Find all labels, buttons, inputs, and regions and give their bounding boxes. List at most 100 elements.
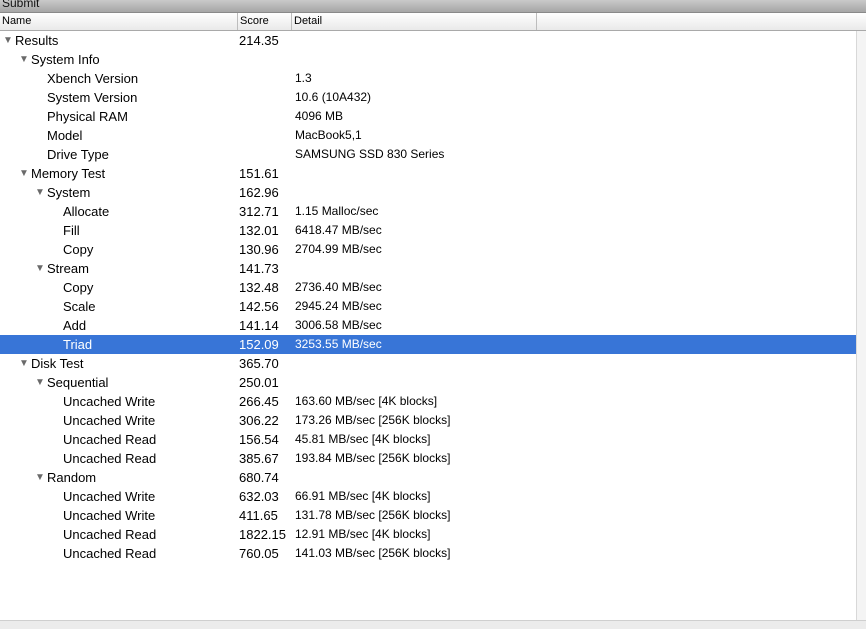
results-outline: ▼ Results 214.35 ▼ System Info Xbench Version…	[0, 31, 856, 563]
table-row[interactable]: Add 141.14 3006.58 MB/sec	[0, 316, 856, 335]
table-row[interactable]: Uncached Read 1822.15 12.91 MB/sec [4K blo…	[0, 525, 856, 544]
row-name: Uncached Read	[63, 451, 157, 466]
row-score: 365.70	[239, 356, 279, 371]
row-name: Drive Type	[47, 147, 109, 162]
disclosure-triangle-down-icon[interactable]: ▼	[35, 183, 45, 202]
row-name: System Version	[47, 90, 138, 105]
disclosure-triangle-down-icon[interactable]: ▼	[19, 354, 29, 373]
table-row[interactable]: Uncached Write 632.03 66.91 MB/sec [4K blo…	[0, 487, 856, 506]
submit-label: Submit	[2, 0, 40, 10]
row-detail: 12.91 MB/sec [4K blocks]	[295, 527, 431, 541]
row-score: 141.14	[239, 318, 279, 333]
vertical-scrollbar[interactable]	[856, 31, 866, 621]
row-name: Scale	[63, 299, 96, 314]
table-row[interactable]: Physical RAM 4096 MB	[0, 107, 856, 126]
row-name: Add	[63, 318, 87, 333]
disclosure-triangle-down-icon[interactable]: ▼	[35, 373, 45, 392]
row-name: Copy	[63, 242, 94, 257]
row-score	[239, 50, 291, 69]
row-name: Random	[47, 470, 97, 485]
table-row[interactable]: ▼ Results 214.35	[0, 31, 856, 50]
row-score: 385.67	[239, 451, 279, 466]
row-score: 266.45	[239, 394, 279, 409]
row-detail: 66.91 MB/sec [4K blocks]	[295, 489, 431, 503]
row-detail: 4096 MB	[295, 109, 344, 123]
row-score: 214.35	[239, 33, 279, 48]
row-detail: 1.15 Malloc/sec	[295, 204, 379, 218]
table-row[interactable]: Model MacBook5,1	[0, 126, 856, 145]
row-detail: 1.3	[295, 71, 312, 85]
row-name: Copy	[63, 280, 94, 295]
row-score: 760.05	[239, 546, 279, 561]
table-row[interactable]: Fill 132.01 6418.47 MB/sec	[0, 221, 856, 240]
row-detail: 2704.99 MB/sec	[295, 242, 382, 256]
disclosure-triangle-down-icon[interactable]: ▼	[19, 164, 29, 183]
submit-button[interactable]: Submit	[0, 0, 866, 13]
table-row[interactable]: System Version 10.6 (10A432)	[0, 88, 856, 107]
table-row[interactable]: Copy 130.96 2704.99 MB/sec	[0, 240, 856, 259]
row-detail: 10.6 (10A432)	[295, 90, 372, 104]
row-name: System	[47, 185, 91, 200]
row-detail: 193.84 MB/sec [256K blocks]	[295, 451, 451, 465]
disclosure-triangle-down-icon[interactable]: ▼	[35, 259, 45, 278]
table-row[interactable]: ▼ Memory Test 151.61	[0, 164, 856, 183]
row-detail: 163.60 MB/sec [4K blocks]	[295, 394, 438, 408]
table-row[interactable]: Drive Type SAMSUNG SSD 830 Series	[0, 145, 856, 164]
row-name: Memory Test	[31, 166, 106, 181]
row-detail: 173.26 MB/sec [256K blocks]	[295, 413, 451, 427]
row-score: 141.73	[239, 261, 279, 276]
table-row[interactable]: Uncached Write 266.45 163.60 MB/sec [4K bl…	[0, 392, 856, 411]
table-row[interactable]: ▼ Random 680.74	[0, 468, 856, 487]
row-score: 250.01	[239, 375, 279, 390]
disclosure-triangle-down-icon[interactable]: ▼	[3, 31, 13, 50]
row-score: 306.22	[239, 413, 279, 428]
row-score: 1822.15	[239, 527, 286, 542]
row-detail: SAMSUNG SSD 830 Series	[295, 147, 445, 161]
row-score: 312.71	[239, 204, 279, 219]
row-score: 156.54	[239, 432, 279, 447]
table-row[interactable]: ▼ Stream 141.73	[0, 259, 856, 278]
table-row[interactable]: ▼ System Info	[0, 50, 856, 69]
table-row[interactable]: Copy 132.48 2736.40 MB/sec	[0, 278, 856, 297]
row-name: Uncached Read	[63, 546, 157, 561]
column-header-name[interactable]: Name	[0, 13, 238, 30]
row-name: System Info	[31, 52, 100, 67]
row-name: Model	[47, 128, 83, 143]
row-score	[239, 145, 291, 164]
row-score: 132.01	[239, 223, 279, 238]
row-score: 411.65	[239, 508, 278, 523]
table-row[interactable]: Uncached Read 156.54 45.81 MB/sec [4K bloc…	[0, 430, 856, 449]
disclosure-triangle-down-icon[interactable]: ▼	[19, 50, 29, 69]
row-name: Results	[15, 33, 59, 48]
table-row[interactable]: Uncached Write 411.65 131.78 MB/sec [256K …	[0, 506, 856, 525]
disclosure-triangle-down-icon[interactable]: ▼	[35, 468, 45, 487]
table-row[interactable]: ▼ Sequential 250.01	[0, 373, 856, 392]
row-name: Fill	[63, 223, 80, 238]
row-score: 132.48	[239, 280, 279, 295]
row-detail: 3006.58 MB/sec	[295, 318, 382, 332]
column-header-detail[interactable]: Detail	[292, 13, 537, 30]
table-row[interactable]: Xbench Version 1.3	[0, 69, 856, 88]
row-name: Uncached Write	[63, 508, 156, 523]
row-name: Stream	[47, 261, 89, 276]
row-score: 162.96	[239, 185, 279, 200]
row-name: Uncached Read	[63, 527, 157, 542]
row-score: 680.74	[239, 470, 279, 485]
row-name: Physical RAM	[47, 109, 128, 124]
table-row-selected[interactable]: Triad 152.09 3253.55 MB/sec	[0, 335, 856, 354]
table-row[interactable]: Scale 142.56 2945.24 MB/sec	[0, 297, 856, 316]
table-row[interactable]: ▼ System 162.96	[0, 183, 856, 202]
row-detail: 45.81 MB/sec [4K blocks]	[295, 432, 431, 446]
row-detail: 6418.47 MB/sec	[295, 223, 382, 237]
outline-header: Name Score Detail	[0, 13, 866, 31]
row-detail: 3253.55 MB/sec	[295, 337, 382, 351]
row-name: Uncached Read	[63, 432, 157, 447]
row-name: Uncached Write	[63, 413, 156, 428]
table-row[interactable]: Uncached Write 306.22 173.26 MB/sec [256K …	[0, 411, 856, 430]
row-score: 142.56	[239, 299, 279, 314]
table-row[interactable]: Uncached Read 760.05 141.03 MB/sec [256K b…	[0, 544, 856, 563]
table-row[interactable]: Allocate 312.71 1.15 Malloc/sec	[0, 202, 856, 221]
table-row[interactable]: ▼ Disk Test 365.70	[0, 354, 856, 373]
table-row[interactable]: Uncached Read 385.67 193.84 MB/sec [256K b…	[0, 449, 856, 468]
column-header-score[interactable]: Score	[238, 13, 292, 30]
